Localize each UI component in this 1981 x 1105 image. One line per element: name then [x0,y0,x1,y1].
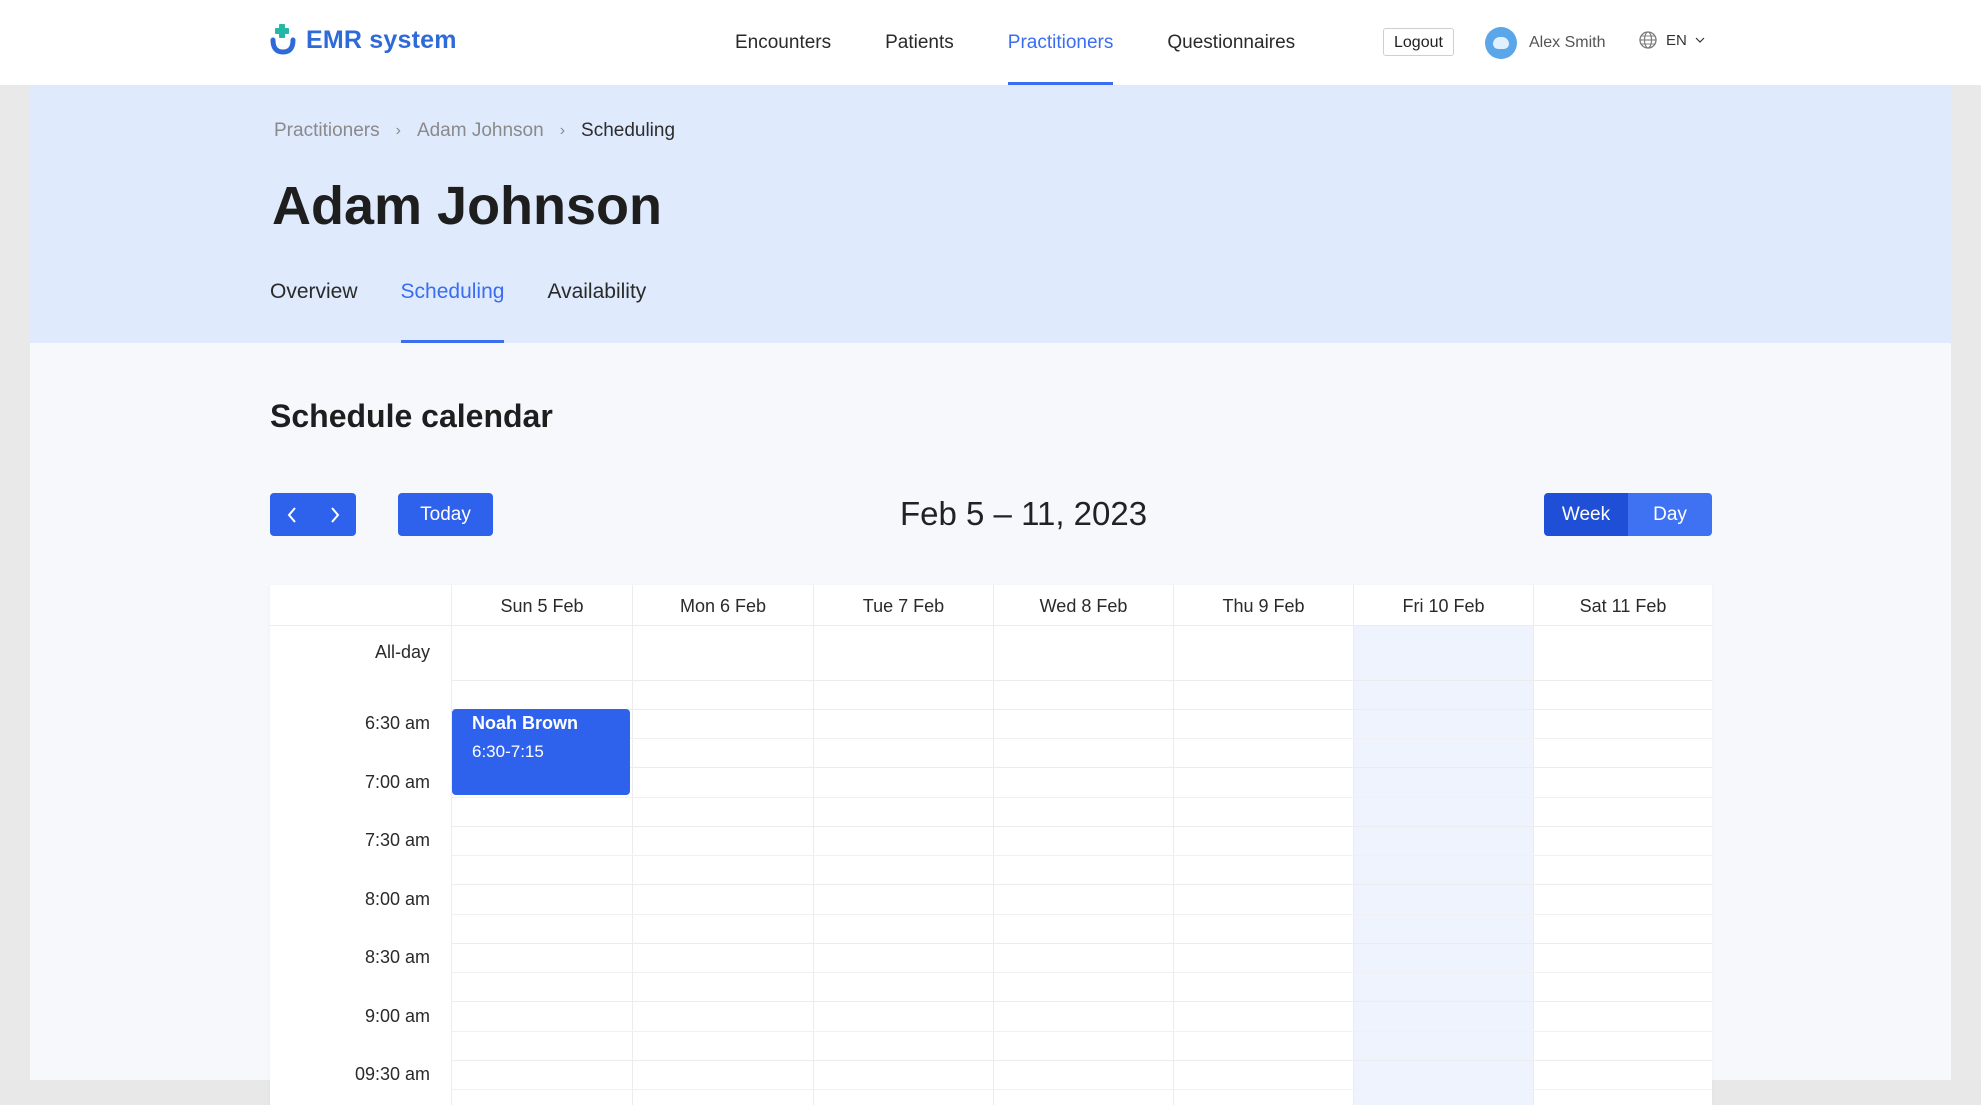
time-label: 09:30 am [354,1064,430,1084]
row-divider [451,738,1712,739]
row-divider [451,680,1712,681]
event-patient-name: Noah Brown [472,713,578,733]
breadcrumb-adam-johnson[interactable]: Adam Johnson [417,120,544,142]
section-title: Schedule calendar [270,398,553,434]
breadcrumb-scheduling: Scheduling [581,120,676,141]
day-header-tue[interactable]: Tue 7 Feb [813,585,993,625]
row-divider [451,1089,1712,1090]
day-header-mon[interactable]: Mon 6 Feb [632,585,813,625]
logout-button[interactable]: Logout [1383,28,1454,56]
time-label: 7:30 am [364,830,430,850]
tab-availability[interactable]: Availability [547,260,646,343]
highlighted-day-column [1353,625,1533,1105]
event-time: 6:30-7:15 [472,742,544,761]
nav-encounters[interactable]: Encounters [735,0,831,85]
row-divider [451,767,1712,768]
appointment-event[interactable]: Noah Brown 6:30-7:15 [452,709,630,795]
week-view-button[interactable]: Week [1544,493,1628,536]
chevron-left-icon [287,506,296,523]
row-divider [451,884,1712,885]
all-day-label: All-day [374,642,430,662]
main-nav: Encounters Patients Practitioners Questi… [735,0,1349,85]
main-content: Schedule calendar Today Feb 5 – 11, 2023… [30,343,1951,1105]
tab-bar: Overview Scheduling Availability [270,260,689,343]
row-divider [451,797,1712,798]
breadcrumb-practitioners[interactable]: Practitioners [274,120,380,142]
nav-patients[interactable]: Patients [885,0,954,85]
language-selector[interactable]: EN [1638,30,1705,50]
avatar [1485,27,1517,59]
date-range-title: Feb 5 – 11, 2023 [900,495,1148,532]
row-divider [451,1001,1712,1002]
time-label: 8:00 am [364,889,430,909]
row-divider [451,914,1712,915]
column-divider [993,625,994,1105]
view-toggle: Week Day [1544,493,1712,536]
user-menu[interactable]: Alex Smith [1485,27,1605,59]
time-label: 9:00 am [364,1006,430,1026]
row-divider [451,972,1712,973]
row-divider [451,855,1712,856]
nav-questionnaires[interactable]: Questionnaires [1167,0,1295,85]
row-divider [451,1031,1712,1032]
logo-icon [270,24,296,55]
column-divider [632,625,633,1105]
time-label: 6:30 am [364,713,430,733]
column-divider [1353,625,1354,1105]
column-divider [813,625,814,1105]
breadcrumb: Practitioners › Adam Johnson › Schedulin… [274,120,675,142]
time-label: 8:30 am [364,947,430,967]
row-divider [451,826,1712,827]
column-divider [1533,625,1534,1105]
breadcrumb-separator-icon: › [395,122,401,139]
day-header-sun[interactable]: Sun 5 Feb [451,585,632,625]
tab-overview[interactable]: Overview [270,260,358,343]
today-button[interactable]: Today [398,493,493,536]
day-header-fri[interactable]: Fri 10 Feb [1353,585,1533,625]
logo-text: EMR system [306,25,457,54]
day-header-wed[interactable]: Wed 8 Feb [993,585,1173,625]
week-calendar: Sun 5 Feb Mon 6 Feb Tue 7 Feb Wed 8 Feb … [270,585,1712,1105]
frame-right-edge [1951,60,1981,1080]
tab-scheduling[interactable]: Scheduling [400,260,504,343]
date-nav-group [270,493,356,536]
globe-icon [1639,31,1657,49]
prev-week-button[interactable] [270,493,313,536]
page-title: Adam Johnson [272,176,663,236]
day-header-sat[interactable]: Sat 11 Feb [1533,585,1712,625]
logo[interactable]: EMR system [270,24,457,56]
calendar-header: Sun 5 Feb Mon 6 Feb Tue 7 Feb Wed 8 Feb … [270,585,1712,626]
next-week-button[interactable] [313,493,356,536]
breadcrumb-separator-icon: › [559,122,566,139]
column-divider [1173,625,1174,1105]
row-divider [451,943,1712,944]
nav-practitioners[interactable]: Practitioners [1007,0,1113,85]
row-divider [451,1060,1712,1061]
row-divider [451,709,1712,710]
top-header: EMR system Encounters Patients Practitio… [0,0,1981,85]
frame-left-edge [0,60,30,1080]
time-label: 7:00 am [364,772,430,792]
day-view-button[interactable]: Day [1628,493,1712,536]
chevron-down-icon [1695,37,1705,43]
column-divider [451,625,452,1105]
chevron-right-icon [330,506,339,523]
language-code: EN [1666,31,1687,49]
day-header-thu[interactable]: Thu 9 Feb [1173,585,1353,625]
user-name: Alex Smith [1529,34,1606,51]
page-hero: Practitioners › Adam Johnson › Schedulin… [30,85,1951,343]
